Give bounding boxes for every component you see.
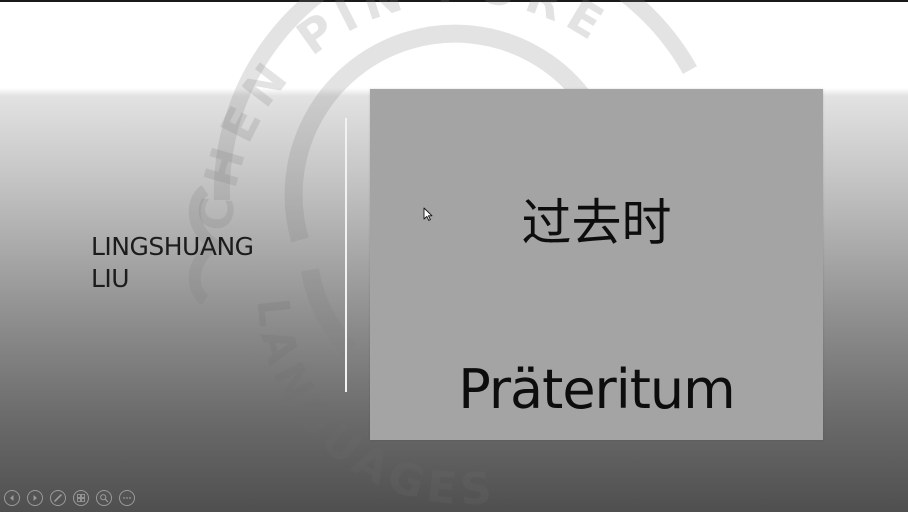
- chinese-title: 过去时: [521, 194, 672, 252]
- pen-icon: [54, 494, 62, 502]
- arrow-left-icon: [10, 495, 14, 501]
- zoom-button[interactable]: [96, 490, 112, 506]
- grid-icon: [77, 494, 85, 502]
- previous-slide-button[interactable]: [4, 490, 20, 506]
- presentation-slide: CHEN PIN FORE LANGUAGES LINGSHUANG LIU 过…: [0, 0, 908, 512]
- next-slide-button[interactable]: [27, 490, 43, 506]
- presenter-name-line1: LINGSHUANG: [91, 232, 254, 261]
- arrow-right-icon: [33, 495, 37, 501]
- content-box: 过去时 Präteritum: [370, 89, 823, 440]
- slide-overview-button[interactable]: [73, 490, 89, 506]
- presenter-name-line2: LIU: [91, 264, 130, 293]
- german-term: Präteritum: [458, 358, 736, 421]
- pen-tool-button[interactable]: [50, 490, 66, 506]
- presenter-name: LINGSHUANG LIU: [91, 231, 311, 295]
- presenter-controls: [4, 490, 135, 508]
- mouse-cursor-icon: [423, 207, 433, 221]
- vertical-divider: [345, 118, 347, 392]
- more-options-button[interactable]: [119, 490, 135, 506]
- ellipsis-icon: [123, 497, 131, 499]
- magnifier-icon: [100, 494, 109, 503]
